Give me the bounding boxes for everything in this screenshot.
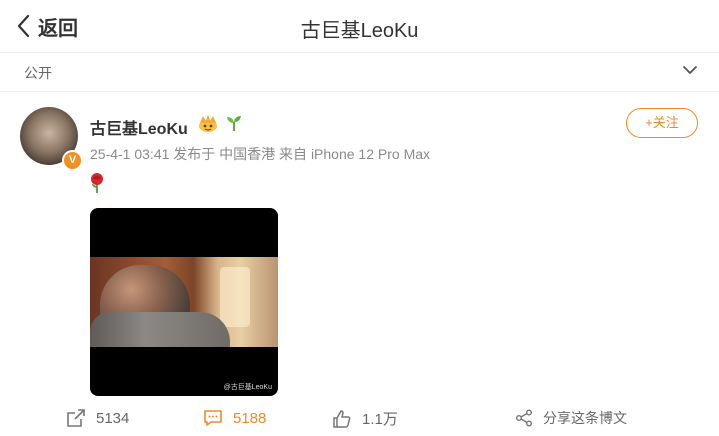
comment-count: 5188 [233, 409, 267, 427]
share-weibo-label: 分享这条博文 [543, 410, 627, 426]
scene-light [220, 267, 250, 327]
share-icon [516, 409, 532, 427]
verified-badge: V [62, 150, 83, 171]
sprout-icon[interactable] [225, 114, 243, 132]
action-bar: 5134 5188 1.1万 分享这条博文 [0, 400, 719, 436]
visibility-label: 公开 [24, 65, 52, 81]
like-count: 1.1万 [362, 411, 398, 428]
photo-scene [90, 257, 278, 347]
repost-icon [67, 409, 85, 427]
author-name[interactable]: 古巨基LeoKu [90, 115, 188, 139]
rose-icon [91, 173, 103, 193]
share-weibo-button[interactable]: 分享这条博文 [515, 408, 627, 428]
verified-badge-label: V [68, 154, 77, 166]
post-image[interactable]: @古巨基LeoKu [90, 208, 278, 396]
scene-shirt [90, 312, 230, 347]
post-meta: 25-4-1 03:41 发布于 中国香港 来自 iPhone 12 Pro M… [90, 146, 431, 162]
like-icon [333, 409, 351, 428]
comment-button[interactable]: 5188 [203, 408, 266, 428]
follow-button[interactable]: +关注 [626, 108, 698, 138]
image-watermark: @古巨基LeoKu [223, 384, 272, 391]
visibility-selector[interactable]: 公开 [0, 53, 719, 92]
top-bar: 返回 古巨基LeoKu [0, 0, 719, 53]
comment-icon [204, 410, 222, 426]
repost-button[interactable]: 5134 [66, 408, 129, 428]
chevron-down-icon[interactable] [683, 65, 697, 75]
like-button[interactable]: 1.1万 [332, 408, 398, 429]
page-title: 古巨基LeoKu [300, 20, 419, 42]
repost-count: 5134 [96, 409, 130, 427]
crown-icon[interactable] [197, 113, 219, 133]
